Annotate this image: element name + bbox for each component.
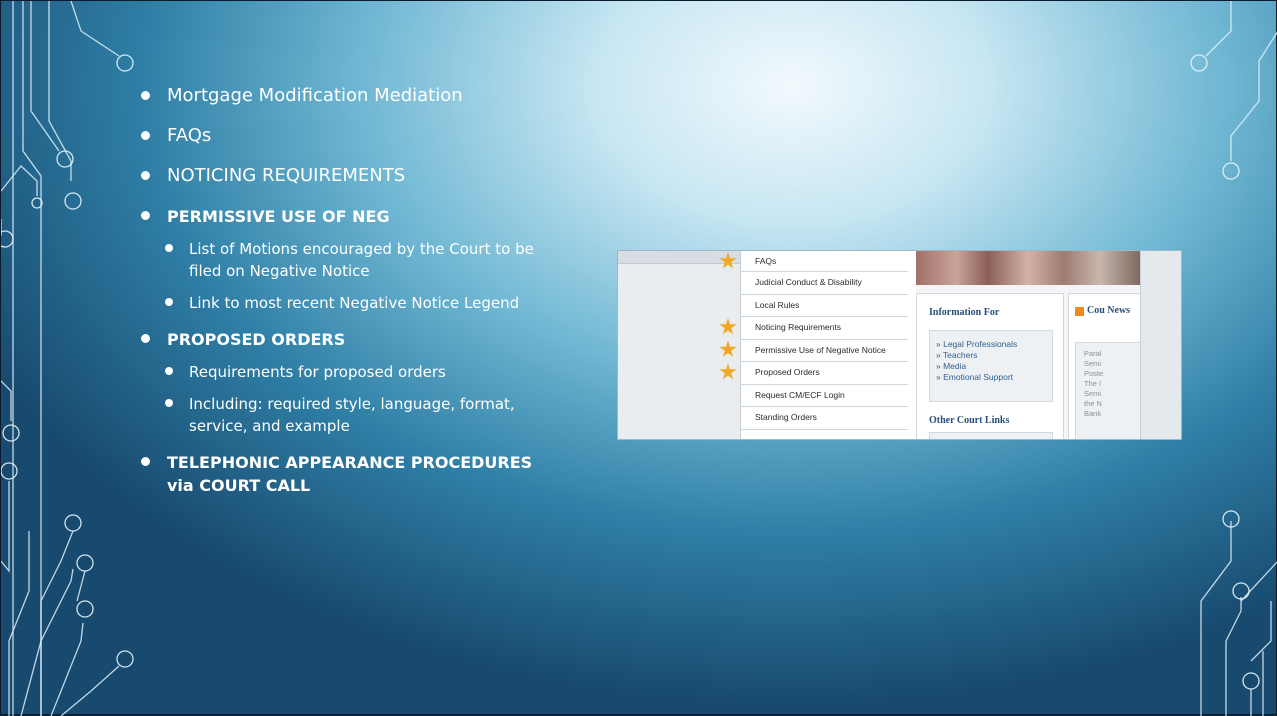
info-link-emotional: » Emotional Support — [936, 372, 1014, 382]
court-news-box: Paral Semi Poste The I Semi the N Bank — [1075, 342, 1143, 439]
other-court-links-box — [929, 432, 1053, 439]
info-link-teachers: » Teachers — [936, 350, 978, 360]
news-line: Paral — [1084, 349, 1102, 358]
bullet-group-permissive: PERMISSIVE USE OF NEG List of Motions en… — [141, 205, 561, 314]
nav-item-label: Local Rules — [755, 299, 800, 310]
court-news-panel: Cou News Paral Semi Poste The I Semi the… — [1068, 293, 1143, 439]
news-line: The I — [1084, 379, 1102, 388]
nav-item-label: Standing Orders — [755, 412, 817, 422]
screenshot-right-panel — [1140, 251, 1181, 439]
nav-item-judicial-conduct: Judicial Conduct & Disability — [741, 272, 909, 295]
information-for-links: » Legal Professionals » Teachers » Media… — [929, 330, 1053, 402]
court-news-title: Cou News — [1087, 305, 1131, 316]
bullet-mediation: Mortgage Modification Mediation — [141, 85, 561, 107]
bullet-faqs: FAQs — [141, 125, 561, 147]
information-for-title: Information For — [929, 307, 1000, 318]
subbullet-including: Including: required style, language, for… — [165, 393, 561, 437]
bullet-noticing: NOTICING REQUIREMENTS — [141, 165, 561, 187]
screenshot-gutter — [908, 251, 916, 439]
nav-item-label: FAQs — [755, 256, 777, 266]
rss-icon — [1075, 307, 1084, 316]
news-line: the N — [1084, 399, 1102, 408]
news-line: Semi — [1084, 359, 1102, 368]
embedded-website-screenshot: FAQs Judicial Conduct & Disability Local… — [617, 250, 1182, 440]
screenshot-left-panel — [618, 251, 740, 439]
news-line: Poste — [1084, 369, 1104, 378]
nav-item-permissive-use: Permissive Use of Negative Notice — [719, 340, 909, 362]
information-for-panel: Information For » Legal Professionals » … — [916, 293, 1064, 439]
nav-item-noticing: Noticing Requirements — [719, 317, 909, 340]
screenshot-left-header — [618, 251, 740, 264]
nav-item-cmecf-login: Request CM/ECF Login — [741, 385, 909, 407]
bullet-list: Mortgage Modification Mediation FAQs NOT… — [141, 85, 561, 515]
news-line: Bank — [1084, 409, 1102, 418]
bullet-proposed-orders: PROPOSED ORDERS — [141, 328, 561, 351]
other-court-links-title: Other Court Links — [929, 415, 1010, 426]
nav-item-label: Proposed Orders — [755, 367, 820, 377]
nav-item-local-rules: Local Rules — [741, 295, 909, 317]
nav-item-standing-orders: Standing Orders — [741, 407, 909, 430]
slide-background: Mortgage Modification Mediation FAQs NOT… — [0, 0, 1277, 716]
info-link-media: » Media — [936, 361, 967, 371]
nav-item-faqs: FAQs — [719, 251, 909, 272]
nav-item-label: Permissive Use of Negative Notice — [755, 344, 886, 355]
info-link-legal: » Legal Professionals — [936, 339, 1018, 349]
bullet-telephonic: TELEPHONIC APPEARANCE PROCEDURES via COU… — [141, 451, 561, 497]
subbullet-requirements: Requirements for proposed orders — [165, 361, 561, 383]
nav-item-proposed-orders: Proposed Orders — [719, 362, 909, 385]
bullet-group-proposed: PROPOSED ORDERS Requirements for propose… — [141, 328, 561, 437]
screenshot-nav-menu: FAQs Judicial Conduct & Disability Local… — [719, 251, 910, 439]
subbullet-legend-link: Link to most recent Negative Notice Lege… — [165, 292, 561, 314]
nav-item-label: Noticing Requirements — [755, 322, 841, 332]
nav-item-label: Judicial Conduct & Disability — [755, 277, 862, 287]
screenshot-header-photo — [916, 251, 1140, 285]
subbullet-motions-list: List of Motions encouraged by the Court … — [165, 238, 561, 282]
news-line: Semi — [1084, 389, 1102, 398]
nav-item-label: Request CM/ECF Login — [755, 389, 845, 400]
bullet-permissive: PERMISSIVE USE OF NEG — [141, 205, 561, 228]
